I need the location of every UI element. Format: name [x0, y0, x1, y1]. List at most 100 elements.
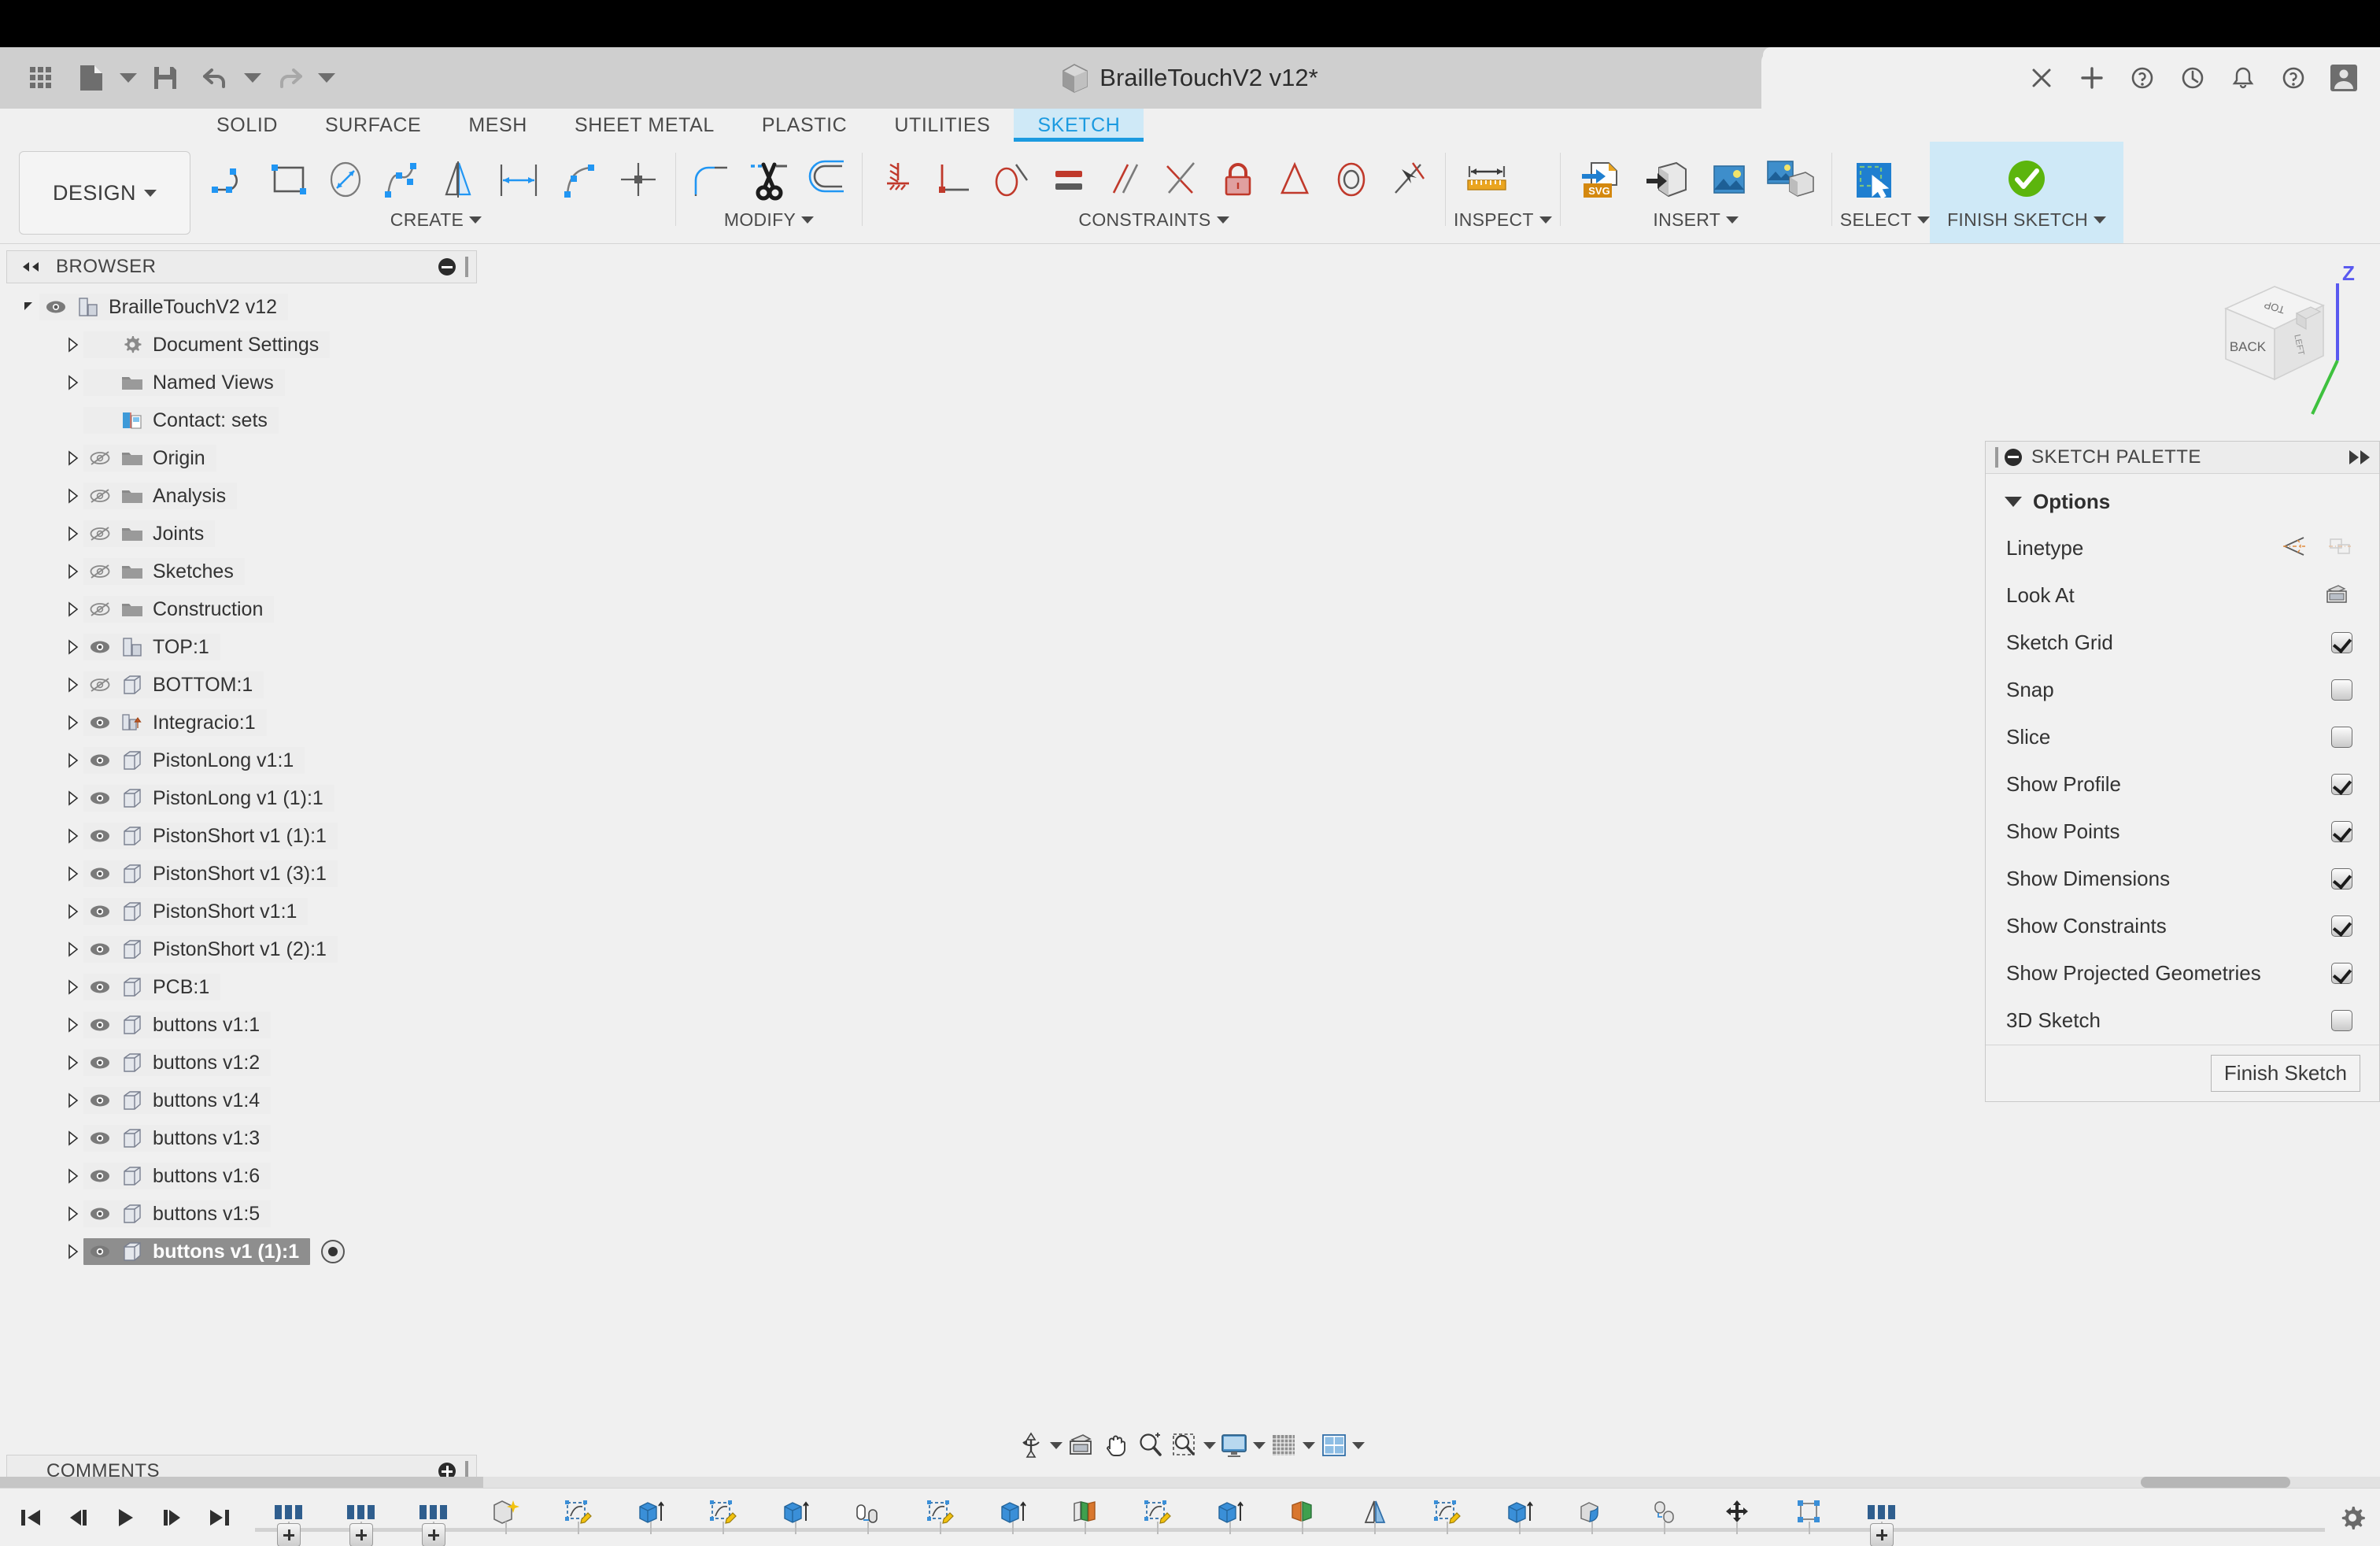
- tree-item-document-settings[interactable]: Document Settings: [0, 326, 483, 364]
- palette-resize-grip[interactable]: [1995, 446, 1998, 468]
- expand-arrow-icon[interactable]: [63, 590, 83, 628]
- lock-icon[interactable]: [1210, 149, 1267, 212]
- expand-arrow-icon[interactable]: [63, 968, 83, 1006]
- point-icon[interactable]: [611, 149, 667, 212]
- panel-title-insert[interactable]: INSERT: [1569, 209, 1824, 231]
- expand-arrow-icon[interactable]: [63, 1195, 83, 1233]
- play-icon[interactable]: [105, 1494, 145, 1541]
- expand-arrow-icon[interactable]: [63, 553, 83, 590]
- tree-item-origin[interactable]: Origin: [0, 439, 483, 477]
- panel-title-constraints[interactable]: CONSTRAINTS: [870, 209, 1437, 231]
- visibility-eye-icon[interactable]: [83, 704, 116, 742]
- tree-item-integracio-1[interactable]: Integracio:1: [0, 704, 483, 742]
- expand-arrow-icon[interactable]: [63, 439, 83, 477]
- mirror-icon[interactable]: [431, 149, 488, 212]
- expand-arrow-icon[interactable]: [63, 930, 83, 968]
- expand-arrow-icon[interactable]: [63, 515, 83, 553]
- visibility-eye-icon[interactable]: [83, 742, 116, 779]
- tree-item-buttons-v1-3[interactable]: buttons v1:3: [0, 1119, 483, 1157]
- visibility-eye-icon[interactable]: [83, 968, 116, 1006]
- save-icon[interactable]: [140, 54, 190, 102]
- visibility-eye-icon[interactable]: [83, 1233, 116, 1270]
- circle-icon[interactable]: [318, 149, 375, 212]
- panel-finish-sketch[interactable]: FINISH SKETCH: [1930, 142, 2124, 243]
- tree-item-pcb-1[interactable]: PCB:1: [0, 968, 483, 1006]
- expand-arrow-icon[interactable]: [63, 401, 83, 439]
- perpendicular-icon[interactable]: [927, 149, 984, 212]
- arc-icon[interactable]: [554, 149, 611, 212]
- activate-component-toggle[interactable]: [321, 1240, 346, 1263]
- insert-svg-icon[interactable]: SVG: [1569, 149, 1635, 212]
- horizontal-scrollbar-track[interactable]: [483, 1477, 2380, 1488]
- view-cube[interactable]: TOP BACK LEFT Z: [2196, 260, 2377, 417]
- horizontal-scrollbar-thumb[interactable]: [2141, 1477, 2290, 1488]
- visibility-eye-icon[interactable]: [83, 930, 116, 968]
- fillet-icon[interactable]: [684, 149, 741, 212]
- expand-arrow-icon[interactable]: [63, 326, 83, 364]
- visibility-eye-icon[interactable]: [39, 288, 72, 326]
- app-grid-icon[interactable]: [16, 54, 66, 102]
- visibility-eye-icon[interactable]: [83, 855, 116, 893]
- parallel-icon[interactable]: [1097, 149, 1154, 212]
- browser-minimize-icon[interactable]: [438, 258, 456, 276]
- timeline-group-expand[interactable]: [1870, 1522, 1894, 1546]
- gear-icon[interactable]: [2325, 1489, 2380, 1546]
- viewports-dropdown-caret[interactable]: [1351, 1422, 1366, 1468]
- tree-item-buttons-v1-1-1[interactable]: buttons v1 (1):1: [0, 1233, 483, 1270]
- panel-title-modify[interactable]: MODIFY: [684, 209, 854, 231]
- snap-checkbox[interactable]: [2331, 679, 2352, 701]
- visibility-eye-icon[interactable]: [83, 1195, 116, 1233]
- expand-arrow-icon[interactable]: [63, 1082, 83, 1119]
- step-forward-icon[interactable]: [153, 1494, 192, 1541]
- options-section-header[interactable]: Options: [1986, 485, 2379, 525]
- finish-sketch-button[interactable]: FINISH SKETCH: [1947, 209, 2107, 231]
- equal-icon[interactable]: [1040, 149, 1097, 212]
- dimension-icon[interactable]: [488, 149, 554, 212]
- tree-item-bottom-1[interactable]: BOTTOM:1: [0, 666, 483, 704]
- visibility-eye-icon[interactable]: [83, 553, 116, 590]
- look-at-icon[interactable]: [1063, 1422, 1098, 1468]
- browser-bottom-splitter[interactable]: [0, 1477, 483, 1488]
- zoom-icon[interactable]: [1133, 1422, 1167, 1468]
- show-dimensions-checkbox[interactable]: [2331, 868, 2352, 890]
- redo-icon[interactable]: [264, 54, 315, 102]
- step-back-icon[interactable]: [58, 1494, 98, 1541]
- tree-item-contact-sets[interactable]: Contact: sets: [0, 401, 483, 439]
- workspace-selector[interactable]: DESIGN: [19, 151, 190, 235]
- go-to-beginning-icon[interactable]: [11, 1494, 50, 1541]
- sketch-grid-checkbox[interactable]: [2331, 632, 2352, 654]
- help-icon[interactable]: [2268, 54, 2319, 102]
- tree-item-top-1[interactable]: TOP:1: [0, 628, 483, 666]
- visibility-eye-icon[interactable]: [83, 893, 116, 930]
- panel-title-select[interactable]: SELECT: [1840, 209, 1931, 231]
- tree-root-row[interactable]: BrailleTouchV2 v12: [0, 288, 483, 326]
- visibility-eye-icon[interactable]: [83, 628, 116, 666]
- show-constraints-checkbox[interactable]: [2331, 915, 2352, 938]
- rectangle-icon[interactable]: [261, 149, 318, 212]
- expand-arrow-icon[interactable]: [63, 1233, 83, 1270]
- expand-arrow-icon[interactable]: [63, 855, 83, 893]
- timeline-group-expand[interactable]: [422, 1522, 445, 1546]
- measure-icon[interactable]: [1454, 149, 1520, 212]
- show-profile-checkbox[interactable]: [2331, 774, 2352, 796]
- close-icon[interactable]: [2016, 54, 2067, 102]
- expand-arrow-icon[interactable]: [63, 704, 83, 742]
- coincident-icon[interactable]: [1154, 149, 1210, 212]
- display-settings-icon[interactable]: [1217, 1422, 1251, 1468]
- visibility-eye-icon[interactable]: [83, 1082, 116, 1119]
- spline-icon[interactable]: [375, 149, 431, 212]
- expand-arrow-icon[interactable]: [63, 817, 83, 855]
- visibility-eye-icon[interactable]: [83, 477, 116, 515]
- expand-arrow-icon[interactable]: [63, 364, 83, 401]
- redo-dropdown-caret[interactable]: [315, 54, 338, 102]
- palette-expand-icon[interactable]: [2349, 449, 2370, 464]
- visibility-eye-icon[interactable]: [83, 1119, 116, 1157]
- tab-sheet-metal[interactable]: SHEET METAL: [551, 109, 738, 142]
- tab-mesh[interactable]: MESH: [445, 109, 551, 142]
- tree-item-named-views[interactable]: Named Views: [0, 364, 483, 401]
- expand-arrow-icon[interactable]: [63, 628, 83, 666]
- finish-sketch-palette-button[interactable]: Finish Sketch: [2210, 1054, 2360, 1092]
- display-dropdown-caret[interactable]: [1251, 1422, 1266, 1468]
- show-points-checkbox[interactable]: [2331, 821, 2352, 843]
- slice-checkbox[interactable]: [2331, 727, 2352, 749]
